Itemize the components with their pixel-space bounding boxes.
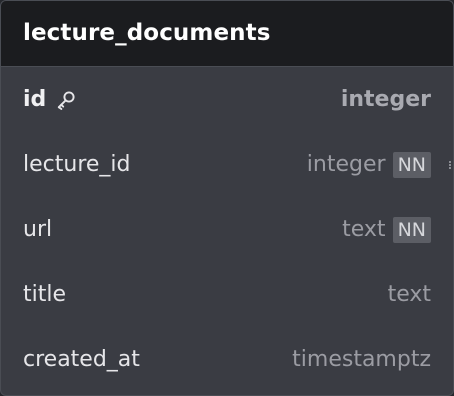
relation-handle[interactable] xyxy=(449,161,453,169)
column-name: lecture_id xyxy=(23,152,131,177)
column-name-wrap: id xyxy=(23,87,77,112)
column-name-wrap: title xyxy=(23,282,66,307)
column-type: text xyxy=(387,282,431,307)
column-name-wrap: url xyxy=(23,217,52,242)
column-name: created_at xyxy=(23,347,140,372)
column-type: timestamptz xyxy=(292,347,431,372)
table-node-card[interactable]: lecture_documents id integer lecture_id … xyxy=(0,0,454,396)
column-name: title xyxy=(23,282,67,307)
column-row-url[interactable]: url text NN xyxy=(1,197,453,262)
column-meta: timestamptz xyxy=(292,347,431,372)
column-row-title[interactable]: title text xyxy=(1,262,453,327)
table-name: lecture_documents xyxy=(23,20,271,46)
column-meta: text xyxy=(388,282,431,307)
column-meta: integer xyxy=(341,87,431,112)
column-name: id xyxy=(23,87,47,112)
column-type: integer xyxy=(340,87,431,112)
column-row-id[interactable]: id integer xyxy=(1,67,453,132)
column-type: text xyxy=(342,217,386,242)
column-type: integer xyxy=(306,152,386,177)
column-row-created-at[interactable]: created_at timestamptz xyxy=(1,327,453,392)
column-list: id integer lecture_id integer NN url tex… xyxy=(1,67,453,392)
column-name: url xyxy=(23,217,53,242)
column-meta: text NN xyxy=(342,216,431,243)
not-null-badge: NN xyxy=(392,151,431,178)
column-row-lecture-id[interactable]: lecture_id integer NN xyxy=(1,132,453,197)
not-null-badge: NN xyxy=(392,216,431,243)
column-meta: integer NN xyxy=(306,151,431,178)
column-name-wrap: created_at xyxy=(23,347,140,372)
key-icon xyxy=(55,89,77,111)
column-name-wrap: lecture_id xyxy=(23,152,131,177)
table-header[interactable]: lecture_documents xyxy=(1,1,453,67)
